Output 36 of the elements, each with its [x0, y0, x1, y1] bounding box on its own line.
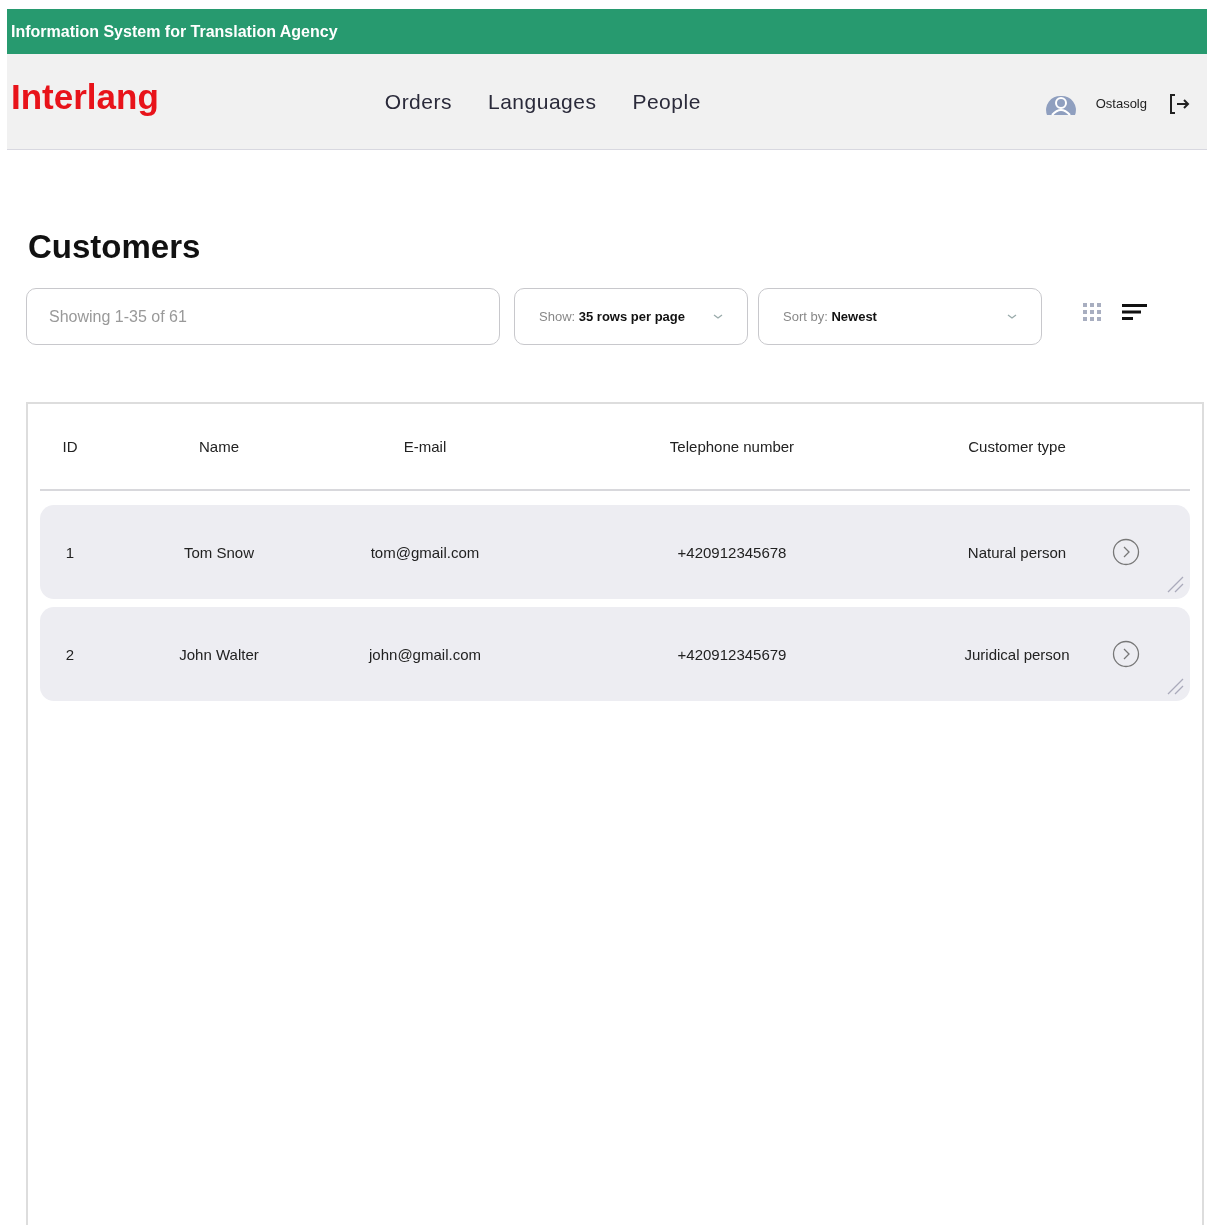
- table-cell-text: John Walter: [178, 645, 260, 663]
- logout-icon[interactable]: [1167, 91, 1191, 116]
- table-cell-text: Juridical person: [963, 645, 1071, 663]
- search-field[interactable]: Showing 1-35 of 61: [26, 288, 500, 345]
- nav-link[interactable]: People: [632, 89, 701, 114]
- table-row[interactable]: 2 John Walter john@gmail.com +420912345679 Juridical person: [40, 607, 1190, 701]
- column-header: Customer type: [967, 438, 1067, 455]
- nav-link[interactable]: Languages: [488, 89, 597, 114]
- chevron-down-icon: [713, 313, 723, 320]
- column-header: ID: [61, 438, 79, 455]
- logo[interactable]: Interlang: [11, 76, 159, 117]
- username: Ostasolg: [1095, 96, 1147, 111]
- page-title: Customers: [28, 228, 202, 266]
- table-cell-text: +420912345679: [676, 645, 788, 663]
- table-cell-text: john@gmail.com: [367, 645, 482, 663]
- sort-dropdown[interactable]: Sort by: Newest: [758, 288, 1042, 345]
- nav-link[interactable]: Orders: [384, 89, 452, 114]
- table-cell-text: 2: [64, 645, 76, 663]
- resize-handle-icon[interactable]: [1166, 677, 1184, 695]
- table-cell-text: Natural person: [966, 543, 1068, 561]
- column-header: Name: [198, 438, 240, 455]
- chevron-right-icon[interactable]: [1112, 640, 1140, 668]
- chevron-down-icon: [1007, 313, 1017, 320]
- table-cell-text: +420912345678: [676, 543, 788, 561]
- table-cell-text: Tom Snow: [183, 543, 255, 561]
- table-cell-text: 1: [64, 543, 76, 561]
- chevron-right-icon[interactable]: [1112, 538, 1140, 566]
- grid-view-icon[interactable]: [1082, 301, 1102, 322]
- table-row[interactable]: 1 Tom Snow tom@gmail.com +420912345678 Natural person: [40, 505, 1190, 599]
- column-header: E-mail: [402, 438, 448, 455]
- banner-title: Information System for Translation Agency: [11, 22, 338, 41]
- list-view-icon[interactable]: [1122, 302, 1148, 321]
- rows-per-page-dropdown[interactable]: Show: 35 rows per page: [514, 288, 748, 345]
- column-header: Telephone number: [668, 438, 796, 455]
- table-cell-text: tom@gmail.com: [369, 543, 481, 561]
- resize-handle-icon[interactable]: [1166, 575, 1184, 593]
